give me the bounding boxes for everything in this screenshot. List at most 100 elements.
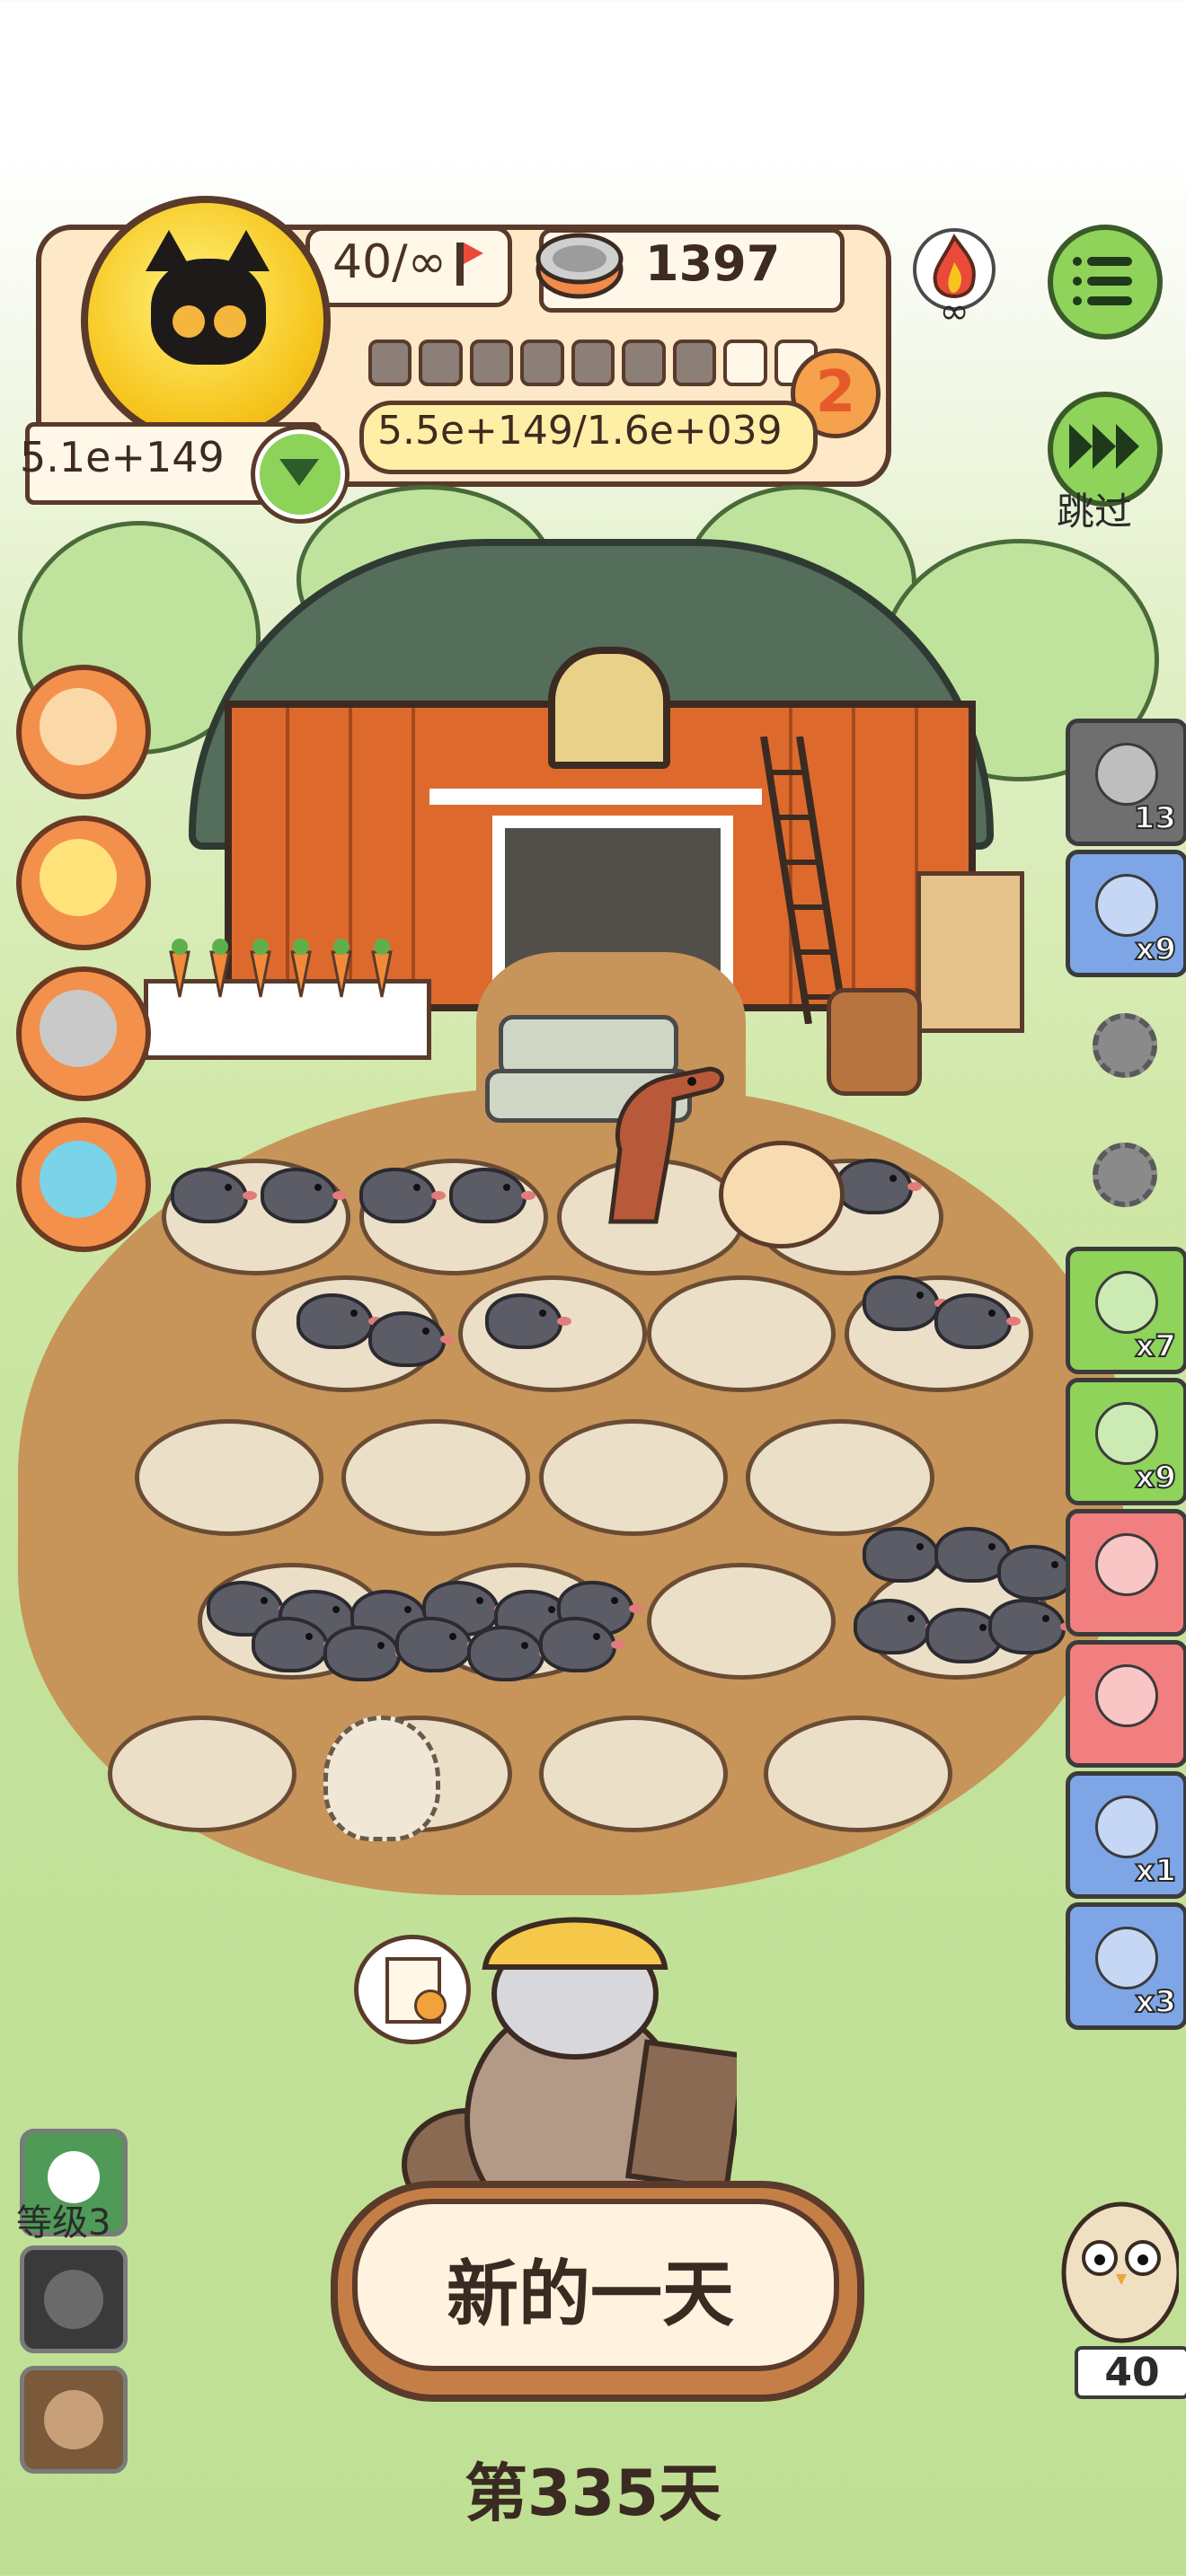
box-button[interactable]	[16, 665, 151, 799]
mole-eye	[350, 1310, 358, 1317]
item-count: x3	[1134, 1983, 1177, 2021]
mole-eye	[988, 1543, 996, 1550]
dirt-mound[interactable]	[647, 1275, 836, 1392]
owl-icon[interactable]	[1058, 2192, 1179, 2371]
pink-snack-icon	[1095, 1664, 1158, 1727]
mole-eye	[521, 1642, 528, 1649]
mole-nose	[521, 1191, 535, 1200]
owl-count: 40	[1075, 2346, 1186, 2399]
mole-eye	[404, 1606, 412, 1613]
dirt-mound[interactable]	[539, 1716, 728, 1832]
coin-count: 1397	[645, 235, 781, 292]
mole-eye	[916, 1292, 924, 1299]
item-count: 13	[1133, 799, 1177, 837]
mole-eye	[979, 1624, 987, 1631]
mole-eye	[225, 1184, 232, 1191]
eggs-icon	[40, 839, 117, 916]
ratio-value: 5.5e+149/1.6e+039	[377, 408, 783, 454]
dirt-mound[interactable]	[746, 1419, 934, 1536]
stage-progress-bar	[368, 340, 818, 386]
mole-nose	[440, 1335, 455, 1344]
inventory-item[interactable]	[1066, 1640, 1186, 1768]
rope-icon	[1095, 1533, 1158, 1596]
mole-eye	[593, 1633, 600, 1640]
heart-button[interactable]	[255, 429, 345, 519]
hedgehog[interactable]	[323, 1716, 440, 1841]
inventory-item[interactable]: x7	[1066, 1247, 1186, 1374]
box-icon	[40, 688, 117, 765]
cat-food-can-icon	[535, 233, 624, 299]
mole-eye	[377, 1642, 385, 1649]
inventory-item[interactable]: x9	[1066, 1378, 1186, 1505]
flame-infinity-icon[interactable]: ∞	[900, 223, 1008, 331]
dirt-mound[interactable]	[135, 1419, 323, 1536]
mole-eye	[548, 1606, 555, 1613]
item-count: x9	[1134, 931, 1177, 968]
toy-icon	[40, 1141, 117, 1218]
black-cat-icon	[146, 230, 270, 365]
hay-loft	[548, 647, 670, 769]
dirt-mound[interactable]	[764, 1716, 952, 1832]
mole-eye	[539, 1310, 546, 1317]
menu-line	[1087, 296, 1132, 305]
paw-icon	[173, 305, 205, 338]
skull-button[interactable]	[20, 2366, 128, 2474]
heart-icon	[279, 459, 319, 486]
inventory-item[interactable]: x1	[1066, 1771, 1186, 1899]
mole-eye	[413, 1184, 420, 1191]
mole-eye	[611, 1597, 618, 1604]
progress-segment	[419, 340, 463, 386]
inventory-item[interactable]: x9	[1066, 850, 1186, 977]
progress-segment	[368, 340, 412, 386]
hamster[interactable]	[719, 1141, 845, 1248]
progress-segment	[520, 340, 564, 386]
cooking-button[interactable]	[16, 966, 151, 1101]
carrot-icon	[169, 939, 393, 998]
stamp-button[interactable]	[20, 2245, 128, 2353]
menu-line	[1087, 277, 1132, 286]
mole-eye	[988, 1310, 996, 1317]
gear-icon	[1093, 1013, 1157, 1078]
splat-icon	[44, 2270, 103, 2329]
dirt-mound[interactable]	[539, 1419, 728, 1536]
skip-label[interactable]: 跳过	[1057, 481, 1132, 536]
item-count: x7	[1134, 1328, 1177, 1365]
mole-eye	[261, 1597, 268, 1604]
progress-segment	[571, 340, 615, 386]
toy-button[interactable]	[16, 1117, 151, 1252]
eggs-button[interactable]	[16, 816, 151, 950]
avatar[interactable]	[81, 196, 331, 446]
mole-eye	[907, 1615, 915, 1622]
donut-icon	[1095, 1795, 1158, 1858]
flag-icon-pole	[456, 243, 464, 286]
progress-segment	[622, 340, 666, 386]
can-icon	[1095, 1927, 1158, 1989]
inventory-item[interactable]: x3	[1066, 1902, 1186, 2030]
menu-button[interactable]	[1048, 225, 1163, 340]
item-count: x1	[1134, 1852, 1177, 1890]
inventory-item[interactable]: 13	[1066, 719, 1186, 846]
mole-eye	[1042, 1615, 1049, 1622]
mole-nose	[431, 1191, 446, 1200]
skull-icon	[44, 2390, 103, 2449]
menu-dot	[1073, 296, 1082, 305]
new-day-label[interactable]: 新的一天	[352, 2236, 828, 2341]
mole-nose	[611, 1640, 625, 1649]
paw-icon	[214, 305, 246, 338]
inventory-item[interactable]	[1066, 1509, 1186, 1636]
dirt-mound[interactable]	[647, 1563, 836, 1680]
crate-stack	[916, 871, 1024, 1033]
cat-ear	[223, 230, 270, 271]
ladder	[760, 737, 848, 1024]
item-count: x9	[1134, 1459, 1177, 1496]
dinosaur[interactable]	[557, 1051, 737, 1231]
tent-icon	[1095, 1271, 1158, 1334]
fast-forward-icon	[1069, 424, 1139, 469]
dirt-mound[interactable]	[341, 1419, 530, 1536]
dirt-mound[interactable]	[108, 1716, 296, 1832]
gear-icon	[1093, 1142, 1157, 1207]
day-counter: 第335天	[464, 2457, 722, 2530]
mole-eye	[890, 1175, 897, 1182]
mole-eye	[422, 1328, 429, 1335]
progress-segment	[723, 340, 767, 386]
